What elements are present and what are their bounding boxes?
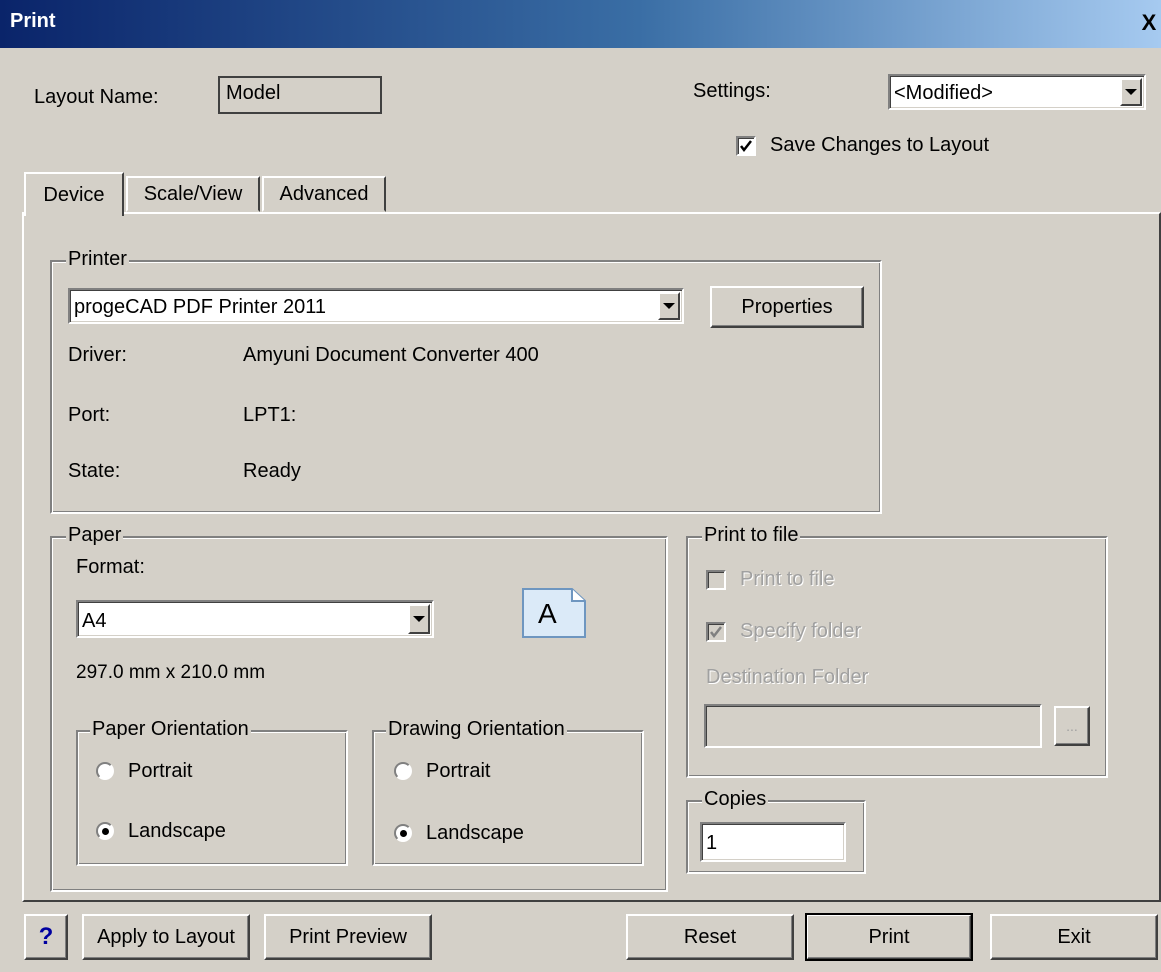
paper-portrait-radio[interactable] — [96, 762, 114, 780]
paper-icon-letter: A — [538, 598, 557, 629]
window-title: Print — [10, 10, 56, 32]
state-label: State: — [68, 460, 121, 482]
paper-icon: A — [522, 588, 586, 638]
settings-selected: <Modified> — [894, 82, 993, 104]
paper-portrait-label: Portrait — [128, 760, 193, 782]
reset-button[interactable]: Reset — [626, 914, 794, 960]
checkmark-icon — [710, 626, 722, 639]
drawing-orientation-label: Drawing Orientation — [386, 718, 567, 741]
port-value: LPT1: — [243, 404, 297, 426]
close-icon[interactable]: X — [1139, 10, 1159, 38]
properties-button[interactable]: Properties — [710, 286, 864, 328]
format-dropdown[interactable]: A4 — [76, 600, 434, 638]
destination-folder-label: Destination Folder — [706, 666, 869, 688]
settings-label: Settings: — [693, 80, 771, 102]
save-changes-checkbox[interactable] — [736, 136, 756, 156]
driver-value: Amyuni Document Converter 400 — [243, 344, 539, 366]
state-value: Ready — [243, 460, 301, 482]
drawing-landscape-radio[interactable] — [394, 824, 412, 842]
settings-dropdown[interactable]: <Modified> — [888, 74, 1146, 110]
drawing-landscape-label: Landscape — [426, 822, 524, 844]
tab-advanced[interactable]: Advanced — [262, 176, 386, 212]
paper-orientation-label: Paper Orientation — [90, 718, 251, 741]
chevron-down-icon[interactable] — [1120, 78, 1142, 106]
exit-button[interactable]: Exit — [990, 914, 1158, 960]
title-bar: Print X — [0, 0, 1161, 48]
printer-group-label: Printer — [66, 248, 129, 271]
layout-name-value: Model — [226, 82, 281, 104]
layout-name-label: Layout Name: — [34, 86, 159, 108]
specify-folder-label: Specify folder — [740, 620, 862, 642]
drawing-portrait-radio[interactable] — [394, 762, 412, 780]
copies-label: Copies — [702, 788, 769, 811]
tab-device-label: Device — [43, 183, 105, 206]
drawing-orientation-group — [372, 730, 644, 866]
format-selected: A4 — [82, 610, 107, 632]
chevron-down-icon[interactable] — [658, 292, 680, 320]
help-icon[interactable]: ? — [24, 914, 68, 960]
drawing-portrait-label: Portrait — [426, 760, 491, 782]
print-button[interactable]: Print — [805, 913, 973, 961]
tab-advanced-label: Advanced — [279, 182, 369, 205]
print-to-file-label: Print to file — [740, 568, 835, 590]
print-preview-button[interactable]: Print Preview — [264, 914, 432, 960]
paper-landscape-radio[interactable] — [96, 822, 114, 840]
specify-folder-checkbox[interactable] — [706, 622, 726, 642]
tab-device[interactable]: Device — [24, 172, 124, 216]
paper-size: 297.0 mm x 210.0 mm — [76, 662, 266, 683]
checkmark-icon — [740, 140, 752, 153]
copies-input[interactable]: 1 — [700, 822, 846, 862]
chevron-down-icon[interactable] — [408, 604, 430, 634]
paper-group-label: Paper — [66, 524, 124, 547]
print-to-file-group-label: Print to file — [702, 524, 801, 547]
port-label: Port: — [68, 404, 111, 426]
tab-scale-view-label: Scale/View — [143, 182, 243, 205]
driver-label: Driver: — [68, 344, 127, 366]
destination-folder-input[interactable] — [704, 704, 1042, 748]
printer-selected: progeCAD PDF Printer 2011 — [74, 296, 326, 318]
print-to-file-checkbox[interactable] — [706, 570, 726, 590]
save-changes-label: Save Changes to Layout — [770, 134, 990, 156]
format-label: Format: — [76, 556, 145, 578]
layout-name-value-box: Model — [218, 76, 382, 114]
tab-scale-view[interactable]: Scale/View — [126, 176, 260, 212]
paper-landscape-label: Landscape — [128, 820, 226, 842]
apply-to-layout-button[interactable]: Apply to Layout — [82, 914, 250, 960]
paper-orientation-group — [76, 730, 348, 866]
printer-dropdown[interactable]: progeCAD PDF Printer 2011 — [68, 288, 684, 324]
browse-folder-button[interactable]: ... — [1054, 706, 1090, 746]
copies-value: 1 — [706, 832, 718, 854]
